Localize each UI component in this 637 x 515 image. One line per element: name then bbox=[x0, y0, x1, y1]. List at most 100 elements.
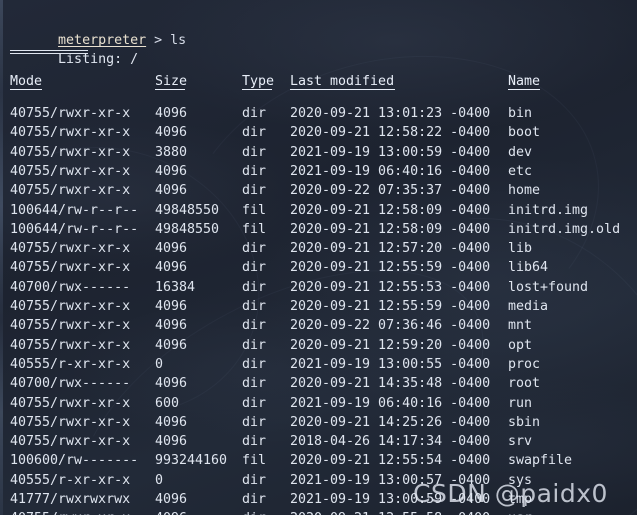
cell-mode: 40755/rwxr-xr-x bbox=[10, 318, 131, 334]
cell-name: initrd.img.old bbox=[508, 221, 621, 237]
cell-last-modified: 2020-09-21 12:58:22 -0400 bbox=[290, 125, 491, 141]
cell-mode: 40755/rwxr-xr-x bbox=[10, 414, 131, 430]
table-row: 40755/rwxr-xr-x 4096 dir 2020-09-21 13:01:2… bbox=[0, 104, 637, 123]
table-row: 100644/rw-r--r-- 49848550 fil 2020-09-21 12… bbox=[0, 201, 637, 220]
column-underline-mode bbox=[10, 89, 42, 90]
table-row: 40755/rwxr-xr-x 4096 dir 2018-04-26 14:17:3… bbox=[0, 432, 637, 451]
table-row: 40555/r-xr-xr-x 0 dir 2021-09-19 13:00:57 -… bbox=[0, 471, 637, 490]
cell-size: 0 bbox=[155, 356, 164, 372]
cell-mode: 40755/rwxr-xr-x bbox=[10, 395, 131, 411]
table-row: 40700/rwx------ 4096 dir 2020-09-21 14:35:4… bbox=[0, 374, 637, 393]
cell-size: 4096 bbox=[155, 241, 188, 257]
cell-type: dir bbox=[242, 106, 267, 121]
cell-name: tmp bbox=[508, 492, 533, 507]
column-underline-name bbox=[508, 89, 540, 90]
cell-type: dir bbox=[242, 260, 267, 276]
cell-mode: 40555/r-xr-xr-x bbox=[10, 472, 131, 488]
cell-size: 4096 bbox=[155, 337, 188, 353]
cell-last-modified: 2020-09-22 07:36:46 -0400 bbox=[290, 318, 491, 334]
cell-name: run bbox=[508, 395, 533, 411]
cell-type: fil bbox=[242, 202, 267, 218]
cell-type: dir bbox=[242, 492, 267, 507]
cell-last-modified: 2020-09-21 14:25:26 -0400 bbox=[290, 414, 491, 430]
prompt-command-text: ls bbox=[170, 33, 187, 49]
cell-type: fil bbox=[242, 453, 267, 469]
cell-name: lib64 bbox=[508, 260, 549, 276]
cell-name: lib bbox=[508, 241, 533, 257]
cell-last-modified: 2021-09-19 06:40:16 -0400 bbox=[290, 163, 491, 179]
cell-name: swapfile bbox=[508, 453, 573, 469]
cell-type: dir bbox=[242, 125, 267, 141]
cell-mode: 40755/rwxr-xr-x bbox=[10, 260, 131, 276]
table-row: 40755/rwxr-xr-x 4096 dir 2020-09-22 07:35:3… bbox=[0, 181, 637, 200]
cell-mode: 40755/rwxr-xr-x bbox=[10, 434, 131, 450]
cell-last-modified: 2020-09-21 12:59:20 -0400 bbox=[290, 337, 491, 353]
cell-last-modified: 2020-09-22 07:35:37 -0400 bbox=[290, 183, 491, 199]
cell-name: usr bbox=[508, 509, 532, 515]
cell-last-modified: 2021-09-19 06:40:16 -0400 bbox=[290, 395, 491, 411]
cell-type: dir bbox=[242, 356, 267, 372]
cell-last-modified: 2021-09-19 13:00:55 -0400 bbox=[290, 356, 491, 372]
cell-mode: 40755/rwxr-xr-x bbox=[10, 183, 131, 199]
column-underline-size bbox=[155, 89, 185, 90]
cell-name: srv bbox=[508, 434, 533, 450]
cell-mode: 100600/rw------- bbox=[10, 453, 139, 469]
table-row: 40755/rwxr-xr-x 4096 dir 2020-09-21 12:55:5… bbox=[0, 509, 637, 515]
cell-name: sys bbox=[508, 472, 533, 488]
cell-type: dir bbox=[242, 472, 267, 488]
cell-name: root bbox=[508, 376, 541, 392]
cell-type: dir bbox=[242, 318, 267, 334]
cell-last-modified: 2020-09-21 12:55:59 -0400 bbox=[290, 299, 491, 314]
cell-name: initrd.img bbox=[508, 202, 589, 218]
cell-last-modified: 2021-09-19 13:00:59 -0400 bbox=[290, 492, 491, 507]
listing-divider bbox=[10, 50, 88, 51]
table-row: 40555/r-xr-xr-x 0 dir 2021-09-19 13:00:55 -… bbox=[0, 355, 637, 374]
cell-size: 0 bbox=[155, 472, 164, 488]
cell-size: 4096 bbox=[155, 163, 188, 179]
cell-type: dir bbox=[242, 279, 267, 295]
cell-mode: 40755/rwxr-xr-x bbox=[10, 144, 131, 160]
cell-size: 4096 bbox=[155, 509, 187, 515]
cell-type: dir bbox=[242, 183, 267, 199]
table-row: 100600/rw------- 993244160 fil 2020-09-21 1… bbox=[0, 451, 637, 470]
cell-last-modified: 2020-09-21 12:57:20 -0400 bbox=[290, 241, 491, 257]
cell-name: boot bbox=[508, 125, 541, 141]
cell-size: 4096 bbox=[155, 434, 188, 450]
table-row: 40755/rwxr-xr-x 4096 dir 2020-09-21 14:25:2… bbox=[0, 413, 637, 432]
cell-mode: 40755/rwxr-xr-x bbox=[10, 299, 131, 314]
cell-mode: 40755/rwxr-xr-x bbox=[10, 241, 131, 257]
column-underline-type bbox=[242, 89, 272, 90]
cell-last-modified: 2020-09-21 12:55:53 -0400 bbox=[290, 279, 491, 295]
terminal-output-area[interactable]: meterpreter > ls Listing: / Mode Size Ty… bbox=[0, 0, 637, 515]
cell-type: dir bbox=[242, 434, 267, 450]
cell-type: dir bbox=[242, 414, 267, 430]
table-row: 40755/rwxr-xr-x 4096 dir 2020-09-21 12:59:2… bbox=[0, 336, 637, 355]
cell-last-modified: 2020-09-21 14:35:48 -0400 bbox=[290, 376, 491, 392]
cell-size: 49848550 bbox=[155, 221, 220, 237]
cell-type: fil bbox=[242, 221, 267, 237]
table-row: 40755/rwxr-xr-x 4096 dir 2021-09-19 06:40:1… bbox=[0, 162, 637, 181]
cell-size: 600 bbox=[155, 395, 180, 411]
cell-size: 4096 bbox=[155, 125, 188, 141]
cell-mode: 40755/rwxr-xr-x bbox=[10, 509, 130, 515]
cell-size: 49848550 bbox=[155, 202, 220, 218]
cell-name: sbin bbox=[508, 414, 541, 430]
table-row: 100644/rw-r--r-- 49848550 fil 2020-09-21 12… bbox=[0, 220, 637, 239]
terminal-window[interactable]: meterpreter > ls Listing: / Mode Size Ty… bbox=[0, 0, 637, 515]
cell-name: lost+found bbox=[508, 279, 589, 295]
cell-last-modified: 2020-09-21 13:01:23 -0400 bbox=[290, 106, 491, 121]
cell-size: 4096 bbox=[155, 492, 188, 507]
cell-type: dir bbox=[242, 241, 267, 257]
cell-size: 16384 bbox=[155, 279, 196, 295]
table-row: 40755/rwxr-xr-x 4096 dir 2020-09-21 12:55:5… bbox=[0, 297, 637, 316]
cell-mode: 100644/rw-r--r-- bbox=[10, 202, 139, 218]
cell-type: dir bbox=[242, 395, 267, 411]
cell-size: 4096 bbox=[155, 183, 188, 199]
cell-size: 4096 bbox=[155, 318, 188, 334]
cell-type: dir bbox=[242, 509, 266, 515]
cell-name: mnt bbox=[508, 318, 533, 334]
cell-name: opt bbox=[508, 337, 533, 353]
cell-size: 4096 bbox=[155, 299, 188, 314]
table-row: 40755/rwxr-xr-x 4096 dir 2020-09-21 12:58:2… bbox=[0, 123, 637, 142]
cell-mode: 40700/rwx------ bbox=[10, 279, 131, 295]
